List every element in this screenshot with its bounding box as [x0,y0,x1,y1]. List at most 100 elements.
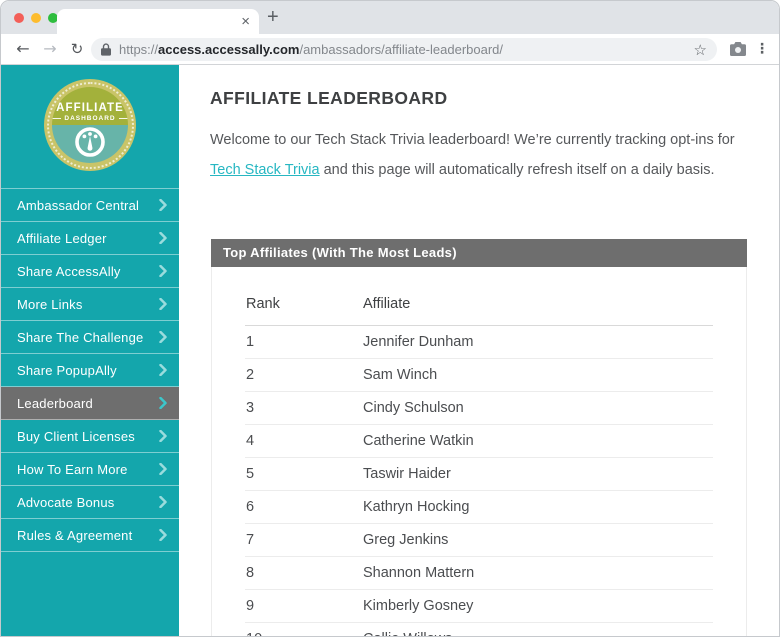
browser-tab[interactable]: × [57,9,259,34]
chevron-right-icon [159,298,167,310]
sidebar-item-label: Rules & Agreement [17,527,133,543]
table-row: 1 Jennifer Dunham [245,325,713,359]
rank-cell: 9 [245,589,362,623]
sidebar-item-leaderboard[interactable]: Leaderboard [1,387,179,420]
browser-toolbar: ← → ↻ https://access.accessally.com/amba… [1,34,779,65]
affiliate-cell: Taswir Haider [362,457,713,491]
tab-strip: × + [1,1,779,34]
leaderboard-card: Rank Affiliate 1 Jennifer Dunham 2 Sam W… [211,267,747,636]
affiliate-cell: Catherine Watkin [362,424,713,458]
forward-button[interactable]: → [38,34,62,64]
table-row: 4 Catherine Watkin [245,424,713,458]
chevron-right-icon [159,331,167,343]
leaderboard-table-body: 1 Jennifer Dunham 2 Sam Winch 3 Cindy Sc… [245,325,713,636]
page-viewport: AFFILIATE DASHBOARD Ambassador Central A… [1,65,779,636]
reload-button[interactable]: ↻ [65,34,89,64]
table-row: 3 Cindy Schulson [245,391,713,425]
address-bar[interactable]: https://access.accessally.com/ambassador… [91,38,717,61]
padlock-icon[interactable] [101,43,111,56]
rank-cell: 10 [245,622,362,636]
affiliate-column-header: Affiliate [362,283,713,326]
rank-cell: 7 [245,523,362,557]
url-scheme: https:// [119,42,159,57]
rank-column-header: Rank [245,283,362,326]
tech-stack-trivia-link[interactable]: Tech Stack Trivia [210,162,320,178]
sidebar-item-label: Buy Client Licenses [17,428,135,444]
sidebar-item-more-links[interactable]: More Links [1,288,179,321]
affiliate-cell: Cindy Schulson [362,391,713,425]
intro-paragraph: Welcome to our Tech Stack Trivia leaderb… [210,125,739,185]
sidebar-item-ambassador-central[interactable]: Ambassador Central [1,189,179,222]
table-row: 5 Taswir Haider [245,457,713,491]
sidebar-menu: Ambassador Central Affiliate Ledger Shar… [1,188,179,552]
rank-cell: 8 [245,556,362,590]
affiliate-cell: Sam Winch [362,358,713,392]
sidebar-item-share-the-challenge[interactable]: Share The Challenge [1,321,179,354]
table-row: 7 Greg Jenkins [245,523,713,557]
table-row: 8 Shannon Mattern [245,556,713,590]
chevron-right-icon [159,397,167,409]
sidebar-item-label: Share PopupAlly [17,362,117,378]
chevron-right-icon [159,463,167,475]
browser-window: × + ← → ↻ https://access.accessally.com/… [0,0,780,637]
sidebar-item-label: More Links [17,296,83,312]
rank-cell: 6 [245,490,362,524]
url-path: /ambassadors/affiliate-leaderboard/ [299,42,504,57]
sidebar-item-share-popupally[interactable]: Share PopupAlly [1,354,179,387]
url-text: https://access.accessally.com/ambassador… [119,42,503,57]
sidebar: AFFILIATE DASHBOARD Ambassador Central A… [1,65,179,636]
sidebar-item-rules-agreement[interactable]: Rules & Agreement [1,519,179,552]
sidebar-item-label: Advocate Bonus [17,494,115,510]
sidebar-item-label: Affiliate Ledger [17,230,107,246]
intro-text-after: and this page will automatically refresh… [319,162,715,178]
new-tab-button[interactable]: + [267,4,279,31]
table-row: 2 Sam Winch [245,358,713,392]
table-row: 6 Kathryn Hocking [245,490,713,524]
rank-cell: 4 [245,424,362,458]
camera-icon[interactable] [730,42,746,56]
affiliate-cell: Jennifer Dunham [362,325,713,359]
url-domain: access.accessally.com [158,42,300,57]
back-button[interactable]: ← [11,34,35,64]
affiliate-cell: Kathryn Hocking [362,490,713,524]
affiliate-cell: Shannon Mattern [362,556,713,590]
affiliate-cell: Greg Jenkins [362,523,713,557]
chevron-right-icon [159,529,167,541]
kebab-menu-icon[interactable]: ⋮ [755,34,769,64]
window-controls [14,13,58,23]
gauge-icon [52,125,128,163]
affiliate-cell: Kimberly Gosney [362,589,713,623]
window-close-button[interactable] [14,13,24,23]
leaderboard-header-bar: Top Affiliates (With The Most Leads) [211,239,747,267]
sidebar-item-buy-client-licenses[interactable]: Buy Client Licenses [1,420,179,453]
affiliate-cell: Callie Willows [362,622,713,636]
rank-cell: 1 [245,325,362,359]
sidebar-item-label: Leaderboard [17,395,93,411]
chevron-right-icon [159,265,167,277]
leaderboard-table: Rank Affiliate 1 Jennifer Dunham 2 Sam W… [245,283,713,636]
window-minimize-button[interactable] [31,13,41,23]
logo-title: AFFILIATE [56,102,124,114]
chevron-right-icon [159,496,167,508]
sidebar-item-label: Share The Challenge [17,329,144,345]
affiliate-dashboard-logo: AFFILIATE DASHBOARD [44,79,136,171]
rank-cell: 5 [245,457,362,491]
sidebar-item-label: Ambassador Central [17,197,140,213]
bookmark-star-icon[interactable]: ☆ [694,41,707,59]
rank-cell: 2 [245,358,362,392]
sidebar-item-label: Share AccessAlly [17,263,121,279]
tab-close-icon[interactable]: × [241,11,250,32]
chevron-right-icon [159,199,167,211]
logo-subtitle: DASHBOARD [52,115,128,122]
intro-text-before: Welcome to our Tech Stack Trivia leaderb… [210,132,735,148]
chevron-right-icon [159,232,167,244]
logo-inner: AFFILIATE DASHBOARD [52,87,128,163]
rank-cell: 3 [245,391,362,425]
chevron-right-icon [159,364,167,376]
chevron-right-icon [159,430,167,442]
sidebar-item-advocate-bonus[interactable]: Advocate Bonus [1,486,179,519]
sidebar-item-label: How To Earn More [17,461,128,477]
sidebar-item-how-to-earn-more[interactable]: How To Earn More [1,453,179,486]
sidebar-item-share-accessally[interactable]: Share AccessAlly [1,255,179,288]
sidebar-item-affiliate-ledger[interactable]: Affiliate Ledger [1,222,179,255]
